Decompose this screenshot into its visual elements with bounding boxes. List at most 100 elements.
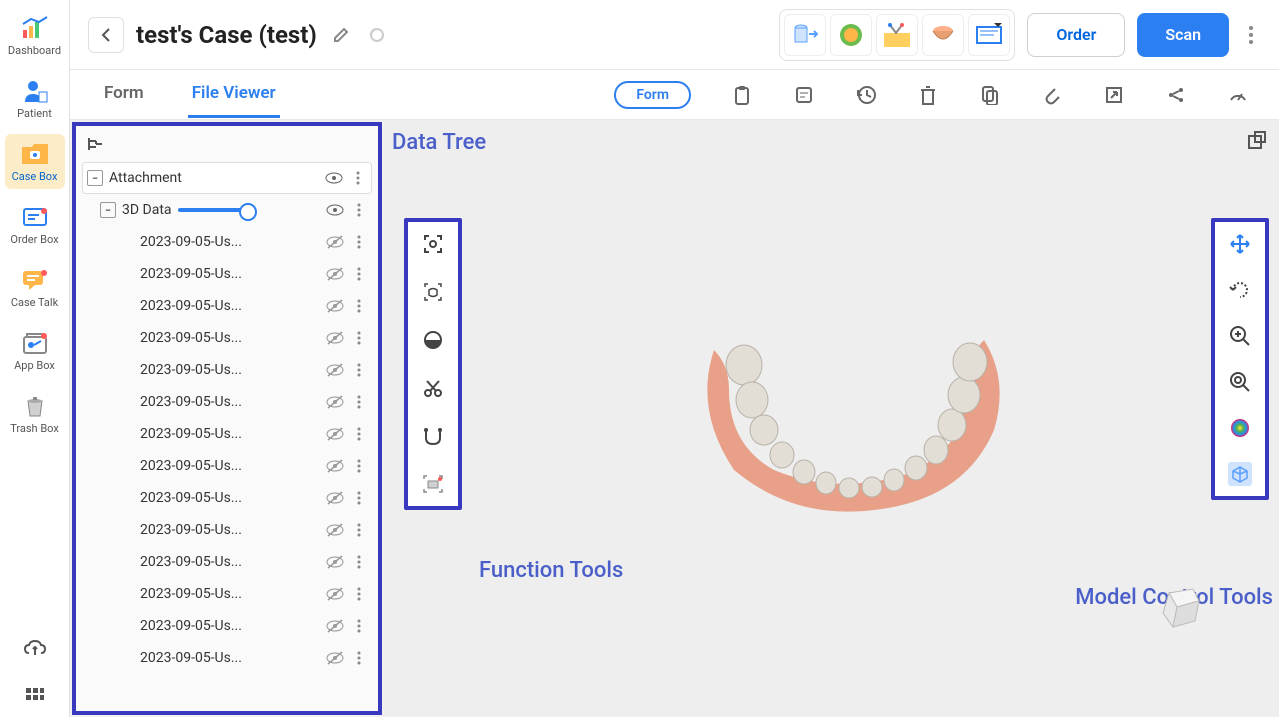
tree-item[interactable]: 2023-09-05-Us... bbox=[82, 578, 372, 610]
tree-item[interactable]: 2023-09-05-Us... bbox=[82, 226, 372, 258]
cube-view-icon[interactable] bbox=[1228, 462, 1252, 486]
app-monitor-icon[interactable] bbox=[968, 14, 1010, 56]
tab-form[interactable]: Form bbox=[100, 71, 148, 118]
shading-icon[interactable] bbox=[421, 328, 445, 352]
header-more-icon[interactable] bbox=[1241, 26, 1261, 44]
more-icon[interactable] bbox=[350, 425, 368, 443]
viewer-area[interactable]: Data Tree Function Tools bbox=[384, 120, 1279, 717]
opacity-slider[interactable] bbox=[178, 208, 254, 212]
tree-item[interactable]: 2023-09-05-Us... bbox=[82, 386, 372, 418]
more-icon[interactable] bbox=[350, 329, 368, 347]
visibility-off-icon[interactable] bbox=[326, 585, 344, 603]
visibility-icon[interactable] bbox=[326, 201, 344, 219]
visibility-off-icon[interactable] bbox=[326, 393, 344, 411]
form-pill[interactable]: Form bbox=[614, 81, 691, 109]
copy-icon[interactable] bbox=[979, 84, 1001, 106]
export-icon[interactable] bbox=[1103, 84, 1125, 106]
scan-button[interactable]: Scan bbox=[1137, 13, 1229, 57]
focus-icon[interactable] bbox=[421, 232, 445, 256]
popout-icon[interactable] bbox=[1247, 130, 1269, 152]
visibility-off-icon[interactable] bbox=[326, 361, 344, 379]
tree-item[interactable]: 2023-09-05-Us... bbox=[82, 450, 372, 482]
tab-fileviewer[interactable]: File Viewer bbox=[188, 71, 280, 118]
app-basket-icon[interactable] bbox=[922, 14, 964, 56]
nav-patient[interactable]: Patient bbox=[5, 71, 65, 126]
visibility-off-icon[interactable] bbox=[326, 265, 344, 283]
visibility-off-icon[interactable] bbox=[326, 553, 344, 571]
collapse-icon[interactable]: − bbox=[87, 170, 103, 186]
tree-item[interactable]: 2023-09-05-Us... bbox=[82, 354, 372, 386]
tree-item[interactable]: 2023-09-05-Us... bbox=[82, 482, 372, 514]
tree-item[interactable]: 2023-09-05-Us... bbox=[82, 322, 372, 354]
app-cylinder-icon[interactable] bbox=[784, 14, 826, 56]
more-icon[interactable] bbox=[350, 553, 368, 571]
visibility-off-icon[interactable] bbox=[326, 617, 344, 635]
more-icon[interactable] bbox=[350, 233, 368, 251]
tree-item[interactable]: 2023-09-05-Us... bbox=[82, 258, 372, 290]
cut-icon[interactable] bbox=[421, 376, 445, 400]
more-icon[interactable] bbox=[350, 201, 368, 219]
more-icon[interactable] bbox=[350, 585, 368, 603]
more-icon[interactable] bbox=[350, 297, 368, 315]
app-sphere-icon[interactable] bbox=[830, 14, 872, 56]
nav-trashbox[interactable]: Trash Box bbox=[5, 386, 65, 441]
visibility-off-icon[interactable] bbox=[326, 329, 344, 347]
move-icon[interactable] bbox=[1228, 232, 1252, 256]
tree-item[interactable]: 2023-09-05-Us... bbox=[82, 546, 372, 578]
visibility-off-icon[interactable] bbox=[326, 489, 344, 507]
app-scissors-box-icon[interactable] bbox=[876, 14, 918, 56]
more-icon[interactable] bbox=[350, 649, 368, 667]
more-icon[interactable] bbox=[350, 457, 368, 475]
nav-orderbox[interactable]: Order Box bbox=[5, 197, 65, 252]
zoom-fit-icon[interactable] bbox=[1228, 370, 1252, 394]
more-icon[interactable] bbox=[349, 169, 367, 187]
grid-icon[interactable] bbox=[23, 685, 47, 709]
nav-appbox[interactable]: App Box bbox=[5, 323, 65, 378]
tree-list[interactable]: − Attachment − 3D Data 2023-09-05-Us...2… bbox=[76, 162, 378, 711]
tree-item[interactable]: 2023-09-05-Us... bbox=[82, 290, 372, 322]
back-button[interactable] bbox=[88, 17, 124, 53]
capture-icon[interactable] bbox=[421, 472, 445, 496]
note-icon[interactable] bbox=[793, 84, 815, 106]
color-sphere-icon[interactable] bbox=[1228, 416, 1252, 440]
visibility-off-icon[interactable] bbox=[326, 425, 344, 443]
orientation-cube[interactable] bbox=[1151, 581, 1207, 637]
more-icon[interactable] bbox=[350, 489, 368, 507]
teeth-scan-icon[interactable] bbox=[421, 280, 445, 304]
tree-item[interactable]: 2023-09-05-Us... bbox=[82, 642, 372, 674]
visibility-off-icon[interactable] bbox=[326, 297, 344, 315]
tree-root-attachment[interactable]: − Attachment bbox=[82, 162, 372, 194]
gauge-icon[interactable] bbox=[1227, 84, 1249, 106]
nav-casebox[interactable]: Case Box bbox=[5, 134, 65, 189]
attachment-icon[interactable] bbox=[1041, 84, 1063, 106]
more-icon[interactable] bbox=[350, 265, 368, 283]
nav-casetalk[interactable]: Case Talk bbox=[5, 260, 65, 315]
more-icon[interactable] bbox=[350, 617, 368, 635]
tree-item[interactable]: 2023-09-05-Us... bbox=[82, 610, 372, 642]
tree-structure-icon[interactable] bbox=[86, 135, 104, 153]
edit-icon[interactable] bbox=[329, 23, 353, 47]
order-button[interactable]: Order bbox=[1027, 13, 1125, 57]
more-icon[interactable] bbox=[350, 521, 368, 539]
dental-model-3d[interactable] bbox=[654, 290, 1054, 540]
zoom-in-icon[interactable] bbox=[1228, 324, 1252, 348]
history-icon[interactable] bbox=[855, 84, 877, 106]
nav-dashboard[interactable]: Dashboard bbox=[5, 8, 65, 63]
visibility-off-icon[interactable] bbox=[326, 649, 344, 667]
clipboard-icon[interactable] bbox=[731, 84, 753, 106]
more-icon[interactable] bbox=[350, 393, 368, 411]
visibility-icon[interactable] bbox=[325, 169, 343, 187]
more-icon[interactable] bbox=[350, 361, 368, 379]
tree-item[interactable]: 2023-09-05-Us... bbox=[82, 514, 372, 546]
tree-item[interactable]: 2023-09-05-Us... bbox=[82, 418, 372, 450]
cloud-sync-icon[interactable] bbox=[23, 637, 47, 661]
visibility-off-icon[interactable] bbox=[326, 233, 344, 251]
rotate-icon[interactable] bbox=[1228, 278, 1252, 302]
delete-icon[interactable] bbox=[917, 84, 939, 106]
visibility-off-icon[interactable] bbox=[326, 521, 344, 539]
arch-icon[interactable] bbox=[421, 424, 445, 448]
share-icon[interactable] bbox=[1165, 84, 1187, 106]
visibility-off-icon[interactable] bbox=[326, 457, 344, 475]
collapse-icon[interactable]: − bbox=[100, 202, 116, 218]
tree-group-3ddata[interactable]: − 3D Data bbox=[82, 194, 372, 226]
